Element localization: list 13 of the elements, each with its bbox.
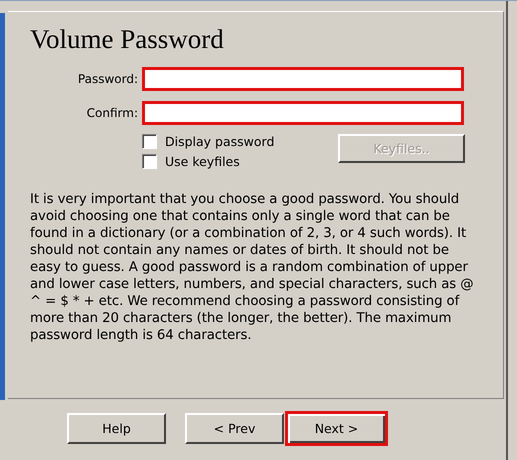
nav-button[interactable]: Next > <box>285 411 388 446</box>
page-title: Volume Password <box>30 24 225 55</box>
password-field[interactable] <box>142 101 464 125</box>
field-label: Password: <box>76 72 139 86</box>
description-text: It is very important that you choose a good password. You should avoid choosing one that contains only a single word that can be found in a dictionary (or a combination of 2, 3, or 4 such words). It should not contain any names or dates of birth. It should not be easy to guess. A good password is a random combination of upper and lower case letters, numbers, and special characters, such as @ ^ = $ * + etc. We recommend choosing a password consisting of more than 20 characters (the longer, the better). The maximum password length is 64 characters. <box>30 191 474 344</box>
checkbox-label[interactable]: Display password <box>165 134 274 149</box>
checkbox-label[interactable]: Use keyfiles <box>165 154 240 169</box>
checkbox[interactable] <box>142 134 157 149</box>
nav-button[interactable]: Help <box>67 413 166 444</box>
password-field[interactable] <box>142 67 464 91</box>
nav-button[interactable]: < Prev <box>185 413 284 444</box>
checkbox[interactable] <box>142 154 157 169</box>
field-label: Confirm: <box>86 106 139 120</box>
